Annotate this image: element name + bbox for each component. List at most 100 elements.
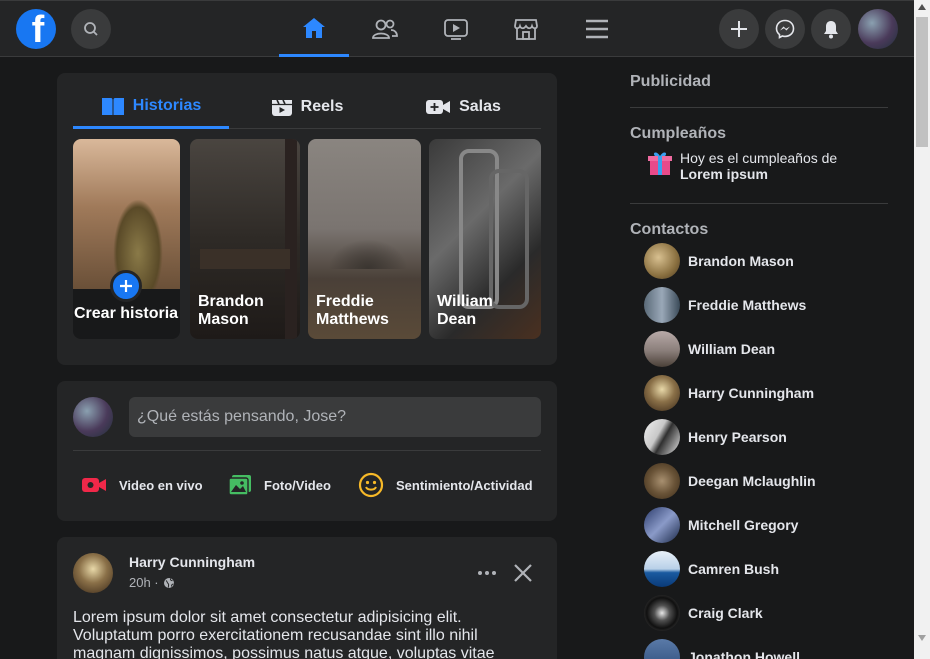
- create-story-plus-button[interactable]: [110, 270, 142, 302]
- scrollbar-thumb[interactable]: [916, 17, 928, 147]
- friends-icon: [372, 19, 398, 39]
- contact-item[interactable]: Brandon Mason: [644, 243, 794, 279]
- contact-item[interactable]: William Dean: [644, 331, 775, 367]
- tab-historias[interactable]: Historias: [73, 85, 229, 129]
- contact-avatar: [644, 243, 680, 279]
- story-card-william-dean[interactable]: William Dean: [429, 139, 541, 339]
- account-avatar[interactable]: [858, 9, 898, 49]
- contact-item[interactable]: Deegan Mclaughlin: [644, 463, 816, 499]
- birthday-text: Hoy es el cumpleaños de: [680, 150, 838, 166]
- contact-name: Deegan Mclaughlin: [688, 473, 816, 489]
- more-options-icon: [478, 571, 496, 575]
- contact-item[interactable]: Camren Bush: [644, 551, 779, 587]
- contact-item[interactable]: Henry Pearson: [644, 419, 787, 455]
- tab-marketplace[interactable]: [491, 1, 561, 57]
- post-composer-card: ¿Qué estás pensando, Jose? Video en vivo…: [57, 381, 557, 521]
- post-options-button[interactable]: [475, 561, 499, 585]
- contact-avatar: [644, 463, 680, 499]
- post-author-name[interactable]: Harry Cunningham: [129, 554, 255, 570]
- live-video-label: Video en vivo: [119, 477, 203, 493]
- logo-letter: f: [31, 9, 45, 49]
- hide-post-button[interactable]: [511, 561, 535, 585]
- contact-item[interactable]: Freddie Matthews: [644, 287, 806, 323]
- gift-icon: [646, 149, 674, 177]
- story-name: William Dean: [437, 293, 493, 328]
- smiley-icon: [358, 472, 384, 498]
- contact-item[interactable]: Jonathon Howell: [644, 639, 800, 659]
- contact-avatar: [644, 639, 680, 659]
- reels-icon: [271, 99, 292, 116]
- notifications-button[interactable]: [811, 9, 851, 49]
- story-name: Brandon Mason: [198, 293, 264, 328]
- tab-salas[interactable]: Salas: [385, 85, 541, 129]
- story-card-brandon-mason[interactable]: Brandon Mason: [190, 139, 300, 339]
- create-story-card[interactable]: Crear historia: [73, 139, 180, 339]
- tab-salas-label: Salas: [459, 98, 501, 115]
- plus-icon: [731, 21, 747, 37]
- create-story-label: Crear historia: [74, 305, 179, 322]
- contact-name: Camren Bush: [688, 561, 780, 577]
- home-icon: [303, 17, 325, 38]
- post-composer-input[interactable]: ¿Qué estás pensando, Jose?: [129, 397, 541, 437]
- post-body-text: Lorem ipsum dolor sit amet consectetur a…: [73, 609, 495, 659]
- tab-historias-label: Historias: [132, 96, 202, 114]
- story-name: Freddie Matthews: [316, 293, 389, 328]
- search-button[interactable]: [71, 9, 111, 49]
- birthday-person: Lorem ipsum: [680, 166, 768, 182]
- tab-friends[interactable]: [350, 1, 420, 57]
- contact-name: Mitchell Gregory: [688, 517, 799, 533]
- plus-icon: [120, 280, 132, 292]
- contacts-heading: Contactos: [630, 221, 709, 238]
- marketplace-icon: [514, 19, 538, 40]
- messenger-icon: [775, 19, 795, 39]
- feed-post: Harry Cunningham 20h · Lorem ipsum dolor…: [57, 537, 557, 659]
- feeling-activity-label: Sentimiento/Actividad: [396, 477, 533, 493]
- create-button[interactable]: [719, 9, 759, 49]
- watch-icon: [444, 19, 468, 40]
- tab-home[interactable]: [279, 1, 349, 57]
- divider: [630, 203, 888, 204]
- tab-menu[interactable]: [562, 1, 632, 57]
- contact-item[interactable]: Craig Clark: [644, 595, 763, 631]
- book-icon: [101, 97, 124, 115]
- scroll-up-arrow-icon[interactable]: [918, 4, 926, 10]
- contact-avatar: [644, 287, 680, 323]
- contact-item[interactable]: Mitchell Gregory: [644, 507, 798, 543]
- search-icon: [84, 22, 98, 36]
- ads-heading: Publicidad: [630, 73, 711, 90]
- divider: [73, 450, 541, 451]
- contact-name: Craig Clark: [688, 605, 763, 621]
- contact-avatar: [644, 419, 680, 455]
- contact-avatar: [644, 375, 680, 411]
- live-video-button[interactable]: Video en vivo: [81, 471, 203, 499]
- live-video-icon: [82, 478, 106, 492]
- top-navbar: f: [0, 0, 914, 57]
- contact-avatar: [644, 595, 680, 631]
- tab-reels[interactable]: Reels: [229, 85, 385, 129]
- contact-name: Harry Cunningham: [688, 385, 815, 401]
- contact-item[interactable]: Harry Cunningham: [644, 375, 814, 411]
- tab-watch[interactable]: [421, 1, 491, 57]
- tab-reels-label: Reels: [300, 98, 344, 115]
- contact-name: Jonathon Howell: [688, 649, 800, 659]
- photo-icon: [228, 475, 251, 496]
- close-icon: [514, 564, 532, 582]
- app-frame: f Historias Reels Salas Crear historia B…: [0, 0, 930, 659]
- feeling-activity-button[interactable]: Sentimiento/Actividad: [358, 471, 533, 499]
- bell-icon: [824, 21, 838, 39]
- birthday-notice[interactable]: Hoy es el cumpleaños de Lorem ipsum: [680, 150, 837, 182]
- hamburger-menu-icon: [586, 19, 608, 39]
- messenger-button[interactable]: [765, 9, 805, 49]
- stories-card: Historias Reels Salas Crear historia Bra…: [57, 73, 557, 365]
- post-author-avatar[interactable]: [73, 553, 113, 593]
- page-scrollbar[interactable]: [914, 0, 930, 659]
- facebook-logo[interactable]: f: [16, 9, 56, 49]
- video-camera-plus-icon: [426, 100, 451, 114]
- birthdays-heading: Cumpleaños: [630, 125, 727, 142]
- contact-name: William Dean: [688, 341, 776, 357]
- photo-video-button[interactable]: Foto/Video: [228, 471, 331, 499]
- contact-avatar: [644, 507, 680, 543]
- post-time-text: 20h ·: [129, 575, 159, 590]
- story-card-freddie-matthews[interactable]: Freddie Matthews: [308, 139, 421, 339]
- scroll-down-arrow-icon[interactable]: [918, 635, 926, 641]
